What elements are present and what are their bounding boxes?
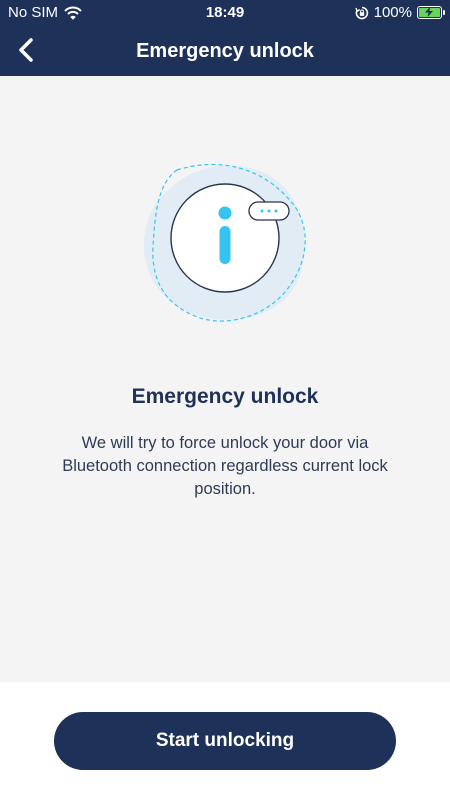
footer: Start unlocking	[0, 682, 450, 800]
status-bar: No SIM 18:49 100%	[0, 0, 450, 26]
content-description: We will try to force unlock your door vi…	[62, 434, 388, 498]
content-title: Emergency unlock	[131, 385, 319, 408]
info-illustration	[143, 163, 306, 322]
battery-charging-icon	[417, 6, 445, 19]
battery-percent: 100%	[373, 4, 412, 21]
page-title: Emergency unlock	[136, 40, 314, 62]
emergency-unlock-screen: No SIM 18:49 100% Emergency unlock Emerg…	[0, 0, 450, 800]
info-bar	[219, 226, 231, 264]
info-dot	[218, 206, 232, 220]
orientation-lock-icon	[354, 6, 368, 19]
start-unlocking-button[interactable]: Start unlocking	[54, 712, 396, 770]
main-content: Emergency unlock We will try to force un…	[0, 76, 450, 682]
top-bar: No SIM 18:49 100% Emergency unlock	[0, 0, 450, 76]
status-right: 100%	[354, 4, 445, 21]
